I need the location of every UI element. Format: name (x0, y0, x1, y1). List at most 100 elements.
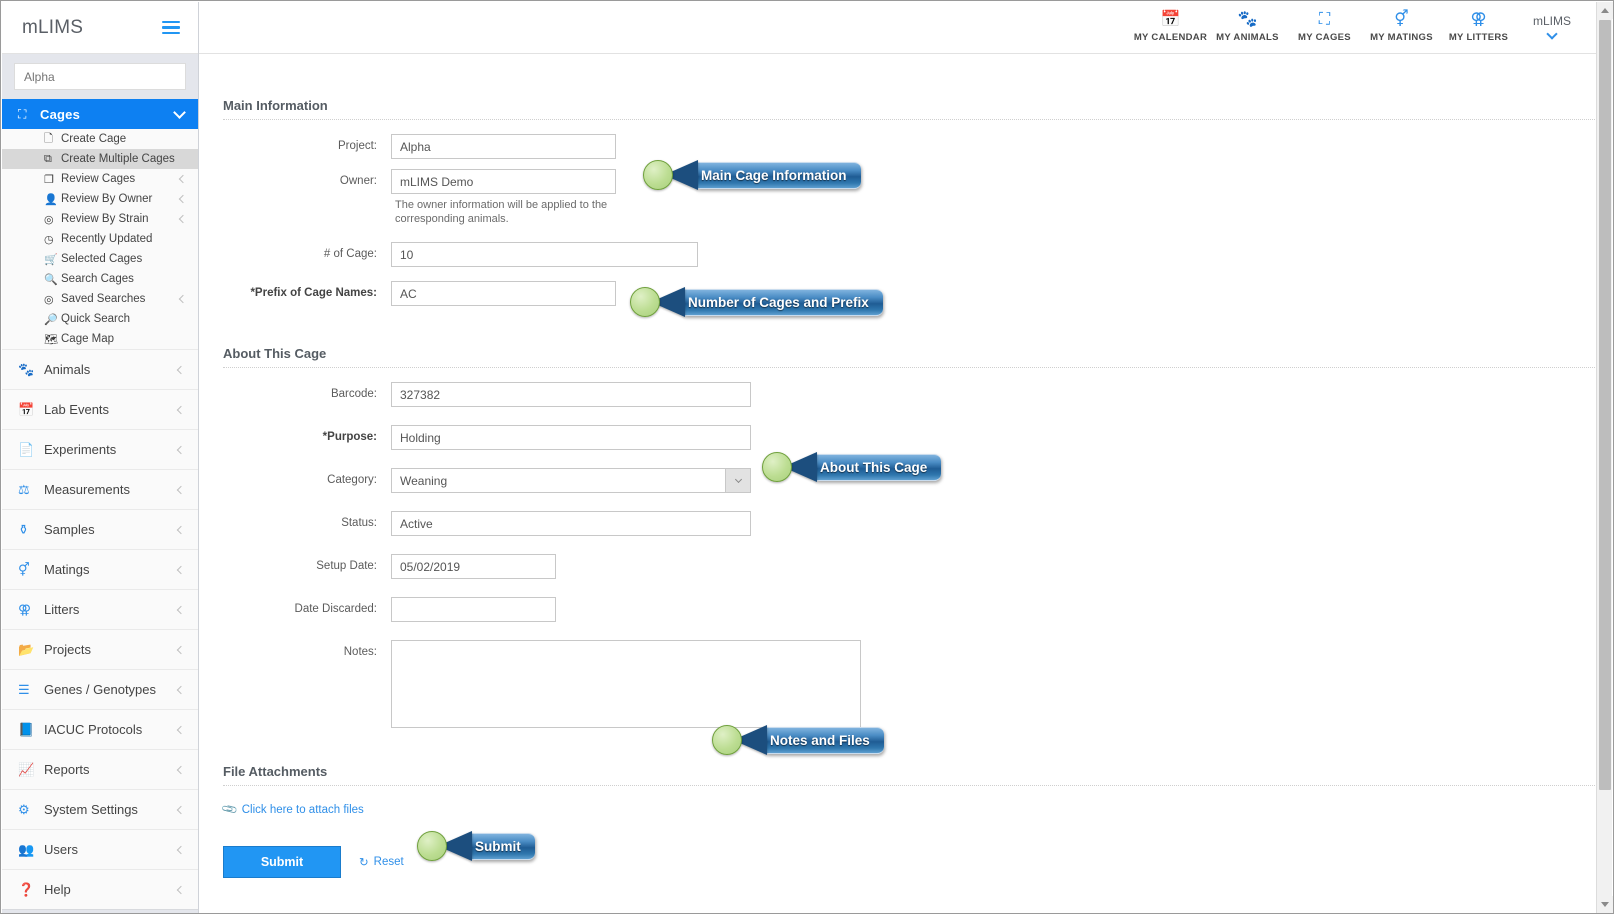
chevron-down-icon[interactable] (725, 468, 751, 493)
form-actions: Submit ↻ Reset (223, 846, 1597, 878)
topnav-my-calendar[interactable]: 📅 MY CALENDAR (1132, 11, 1209, 45)
sidebar-item-recently-updated[interactable]: ◷ Recently Updated (2, 229, 198, 249)
sidebar-item-label: Quick Search (61, 313, 131, 325)
hamburger-icon[interactable] (162, 20, 180, 35)
field-row-setup-date: Setup Date: (223, 554, 1597, 579)
chevron-left-icon (178, 194, 188, 204)
scrollbar-thumb[interactable] (1599, 20, 1611, 790)
sidebar-item-quick-search[interactable]: 🔎 Quick Search (2, 309, 198, 329)
category-select[interactable] (391, 468, 751, 493)
vertical-scrollbar[interactable] (1596, 2, 1613, 913)
sidebar-item-measurements[interactable]: ⚖ Measurements (2, 469, 198, 509)
target-icon: ◎ (44, 213, 54, 226)
sidebar-item-create-cage[interactable]: 🗋 Create Cage (2, 129, 198, 149)
user-menu[interactable]: mLIMS (1533, 14, 1571, 41)
date-discarded-input[interactable] (391, 597, 556, 622)
sidebar-item-iacuc-protocols[interactable]: 📘 IACUC Protocols (2, 709, 198, 749)
sidebar-item-projects[interactable]: 📂 Projects (2, 629, 198, 669)
notes-textarea[interactable] (391, 640, 861, 728)
num-cage-input[interactable] (391, 242, 698, 267)
chevron-left-icon (176, 645, 186, 654)
sidebar-item-help[interactable]: ❓ Help (2, 869, 198, 909)
chevron-left-icon (176, 365, 186, 374)
purpose-input[interactable] (391, 425, 751, 450)
project-input[interactable] (391, 134, 616, 159)
magnifier-plus-icon: 🔎 (44, 313, 58, 326)
sidebar-group-cages[interactable]: ⛶ Cages (2, 99, 198, 129)
sidebar-item-litters[interactable]: ⚢ Litters (2, 589, 198, 629)
sidebar-item-label: System Settings (44, 802, 138, 817)
topnav-my-cages[interactable]: ⛶ MY CAGES (1286, 11, 1363, 45)
main-content: Main Information Project: Owner: The own… (199, 54, 1597, 913)
litter-icon: ⚢ (1470, 10, 1487, 28)
topnav-my-litters[interactable]: ⚢ MY LITTERS (1440, 11, 1517, 45)
sidebar-nav: ⛶ Cages 🗋 Create Cage ⧉ Create Multiple … (2, 99, 198, 910)
reset-label: Reset (373, 856, 404, 868)
sidebar-item-cage-map[interactable]: 🗺 Cage Map (2, 329, 198, 349)
topnav-label: MY CALENDAR (1133, 31, 1208, 43)
sidebar-item-reports[interactable]: 📈 Reports (2, 749, 198, 789)
prefix-label: *Prefix of Cage Names: (250, 287, 377, 299)
section-title: Main Information (223, 98, 328, 113)
sidebar-item-lab-events[interactable]: 📅 Lab Events (2, 389, 198, 429)
mating-icon: ⚥ (18, 561, 30, 577)
sidebar-item-label: Review Cages (61, 173, 136, 185)
num-cage-label: # of Cage: (323, 248, 377, 260)
topnav-label: MY ANIMALS (1216, 31, 1279, 43)
barcode-input[interactable] (391, 382, 751, 407)
sidebar-item-search-cages[interactable]: 🔍 Search Cages (2, 269, 198, 289)
topnav-my-animals[interactable]: 🐾 MY ANIMALS (1209, 11, 1286, 45)
sidebar-item-create-multiple-cages[interactable]: ⧉ Create Multiple Cages (2, 149, 198, 169)
sidebar-item-system-settings[interactable]: ⚙ System Settings (2, 789, 198, 829)
chevron-left-icon (176, 845, 186, 854)
section-divider (223, 785, 1597, 786)
sidebar-item-review-by-strain[interactable]: ◎ Review By Strain (2, 209, 198, 229)
sidebar-item-label: Users (44, 842, 78, 857)
category-input[interactable] (391, 468, 725, 493)
search-input[interactable] (14, 63, 186, 90)
field-row-purpose: *Purpose: (223, 425, 1597, 450)
reset-button[interactable]: ↻ Reset (359, 855, 404, 869)
scroll-down-arrow-icon[interactable] (1597, 896, 1613, 913)
sidebar-item-selected-cages[interactable]: 🛒 Selected Cages (2, 249, 198, 269)
chevron-left-icon (178, 174, 188, 184)
scroll-up-arrow-icon[interactable] (1597, 2, 1613, 19)
paw-icon: 🐾 (1237, 10, 1258, 28)
sidebar-item-experiments[interactable]: 📄 Experiments (2, 429, 198, 469)
mating-icon: ⚥ (1394, 10, 1409, 28)
chevron-left-icon (178, 294, 188, 304)
sidebar-item-saved-searches[interactable]: ◎ Saved Searches (2, 289, 198, 309)
owner-input[interactable] (391, 169, 616, 194)
project-label: Project: (338, 140, 377, 152)
sidebar-item-review-cages[interactable]: ❐ Review Cages (2, 169, 198, 189)
sidebar-item-animals[interactable]: 🐾 Animals (2, 349, 198, 389)
sidebar-item-users[interactable]: 👥 Users (2, 829, 198, 869)
sidebar-item-label: Saved Searches (61, 293, 146, 305)
barcode-label: Barcode: (330, 388, 377, 400)
sidebar-item-label: Samples (44, 522, 95, 537)
paperclip-icon: 📎 (221, 801, 240, 819)
sidebar-item-label: Projects (44, 642, 91, 657)
sidebar-item-samples[interactable]: ⚱ Samples (2, 509, 198, 549)
duplicate-icon: ❐ (44, 173, 54, 186)
chevron-left-icon (178, 214, 188, 224)
sidebar-item-review-by-owner[interactable]: 👤 Review By Owner (2, 189, 198, 209)
submit-button[interactable]: Submit (223, 846, 341, 878)
flask-icon: ⚱ (18, 521, 29, 537)
top-navigation-bar: 📅 MY CALENDAR 🐾 MY ANIMALS ⛶ MY CAGES ⚥ … (199, 2, 1597, 54)
sidebar-item-label: Create Multiple Cages (61, 153, 175, 165)
attach-files-link[interactable]: 📎 Click here to attach files (221, 801, 364, 819)
sidebar-item-label: Animals (44, 362, 91, 377)
sidebar-item-label: Review By Strain (61, 213, 149, 225)
attach-files-label: Click here to attach files (241, 803, 364, 816)
copy-files-icon: ⧉ (44, 152, 52, 165)
sidebar-search-wrap (2, 54, 198, 99)
sidebar-item-genes-genotypes[interactable]: ☰ Genes / Genotypes (2, 669, 198, 709)
setup-date-input[interactable] (391, 554, 556, 579)
sidebar-item-matings[interactable]: ⚥ Matings (2, 549, 198, 589)
prefix-input[interactable] (391, 281, 616, 306)
litter-icon: ⚢ (18, 601, 32, 617)
section-title: About This Cage (223, 346, 327, 361)
topnav-my-matings[interactable]: ⚥ MY MATINGS (1363, 11, 1440, 45)
status-input[interactable] (391, 511, 751, 536)
